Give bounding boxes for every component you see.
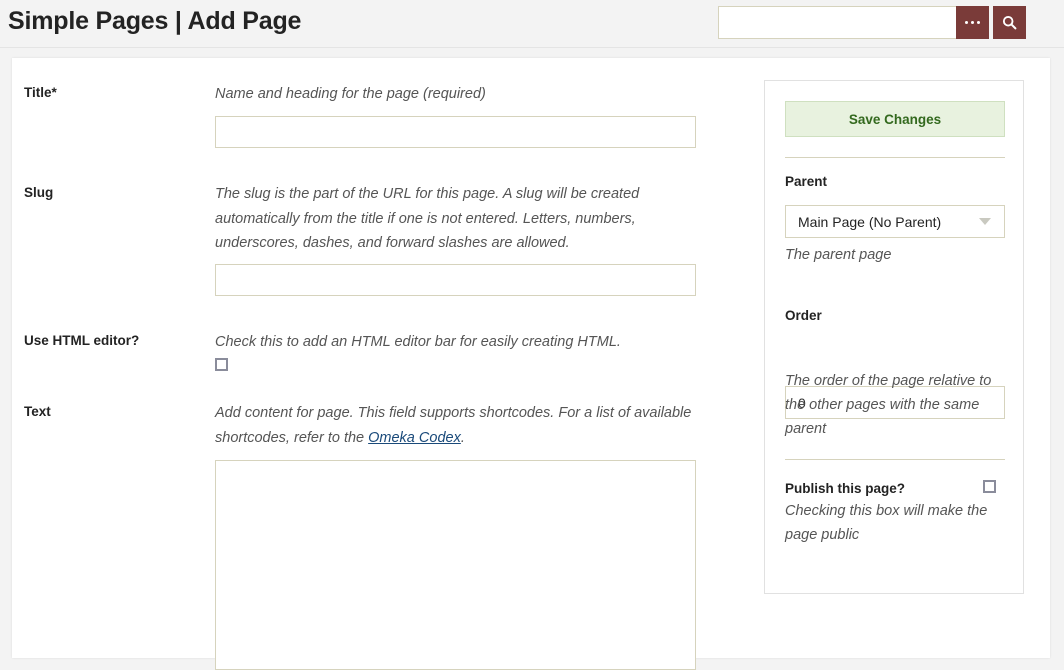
field-slug-description: The slug is the part of the URL for this…	[215, 186, 640, 251]
search-bar	[718, 6, 1026, 39]
field-html-editor-label: Use HTML editor?	[24, 333, 140, 348]
app-header: Simple Pages | Add Page	[0, 0, 1064, 48]
content-panel: Title* Name and heading for the page (re…	[12, 58, 1050, 670]
parent-select[interactable]: Main Page (No Parent)	[785, 205, 1005, 238]
text-textarea[interactable]	[215, 460, 696, 670]
field-slug-label: Slug	[24, 185, 54, 200]
parent-description: The parent page	[785, 247, 892, 263]
divider-top	[785, 157, 1005, 158]
field-title-label: Title*	[24, 85, 57, 100]
order-label: Order	[785, 308, 822, 323]
search-options-button[interactable]	[956, 6, 989, 39]
field-html-editor-description: Check this to add an HTML editor bar for…	[215, 334, 621, 350]
publish-description: Checking this box will make the page pub…	[785, 503, 988, 543]
ellipsis-icon	[964, 20, 981, 25]
parent-select-value: Main Page (No Parent)	[798, 213, 942, 230]
html-editor-checkbox[interactable]	[215, 358, 228, 371]
search-input[interactable]	[718, 6, 956, 39]
page-title: Simple Pages | Add Page	[8, 7, 302, 35]
page-settings-panel: Save Changes Parent Main Page (No Parent…	[764, 80, 1024, 594]
title-input[interactable]	[215, 116, 696, 148]
parent-label: Parent	[785, 174, 828, 189]
publish-checkbox[interactable]	[983, 480, 996, 493]
publish-label: Publish this page?	[785, 481, 906, 496]
search-icon	[1002, 15, 1017, 30]
omeka-codex-link[interactable]: Omeka Codex	[368, 430, 461, 446]
search-submit-button[interactable]	[993, 6, 1026, 39]
divider-bottom	[785, 459, 1005, 460]
save-changes-button[interactable]: Save Changes	[785, 101, 1005, 137]
order-description: The order of the page relative to the ot…	[785, 373, 992, 437]
field-title-description: Name and heading for the page (required)	[215, 86, 486, 102]
field-text-description: Add content for page. This field support…	[215, 401, 700, 450]
chevron-down-icon	[979, 218, 991, 225]
field-text-label: Text	[24, 404, 51, 419]
slug-input[interactable]	[215, 264, 696, 296]
field-text-description-part2: .	[460, 429, 465, 446]
